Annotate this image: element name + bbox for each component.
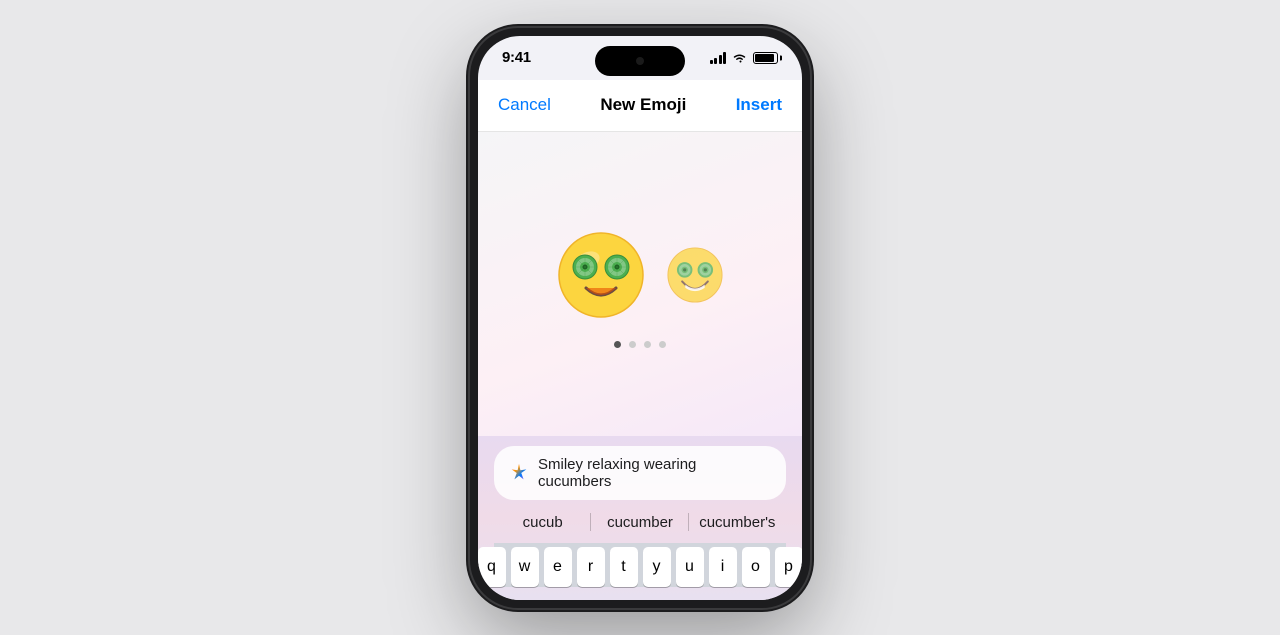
insert-button[interactable]: Insert xyxy=(736,95,782,115)
text-input-row[interactable]: Smiley relaxing wearing cucumbers xyxy=(494,446,786,500)
status-time: 9:41 xyxy=(502,49,531,66)
main-content: Cancel New Emoji Insert xyxy=(478,80,802,600)
dot-1 xyxy=(614,341,621,348)
wifi-icon xyxy=(732,52,747,64)
key-u[interactable]: u xyxy=(676,547,704,587)
phone-frame: 9:41 xyxy=(470,28,810,608)
autocomplete-item-cucumbers[interactable]: cucumber's xyxy=(689,508,786,537)
key-r[interactable]: r xyxy=(577,547,605,587)
main-emoji[interactable] xyxy=(556,230,646,325)
secondary-emoji xyxy=(666,246,724,309)
cancel-button[interactable]: Cancel xyxy=(498,95,551,115)
battery-icon xyxy=(753,52,778,64)
keyboard-row-qwerty: q w e r t y u i o p xyxy=(498,547,782,587)
key-p[interactable]: p xyxy=(775,547,803,587)
key-w[interactable]: w xyxy=(511,547,539,587)
emoji-display-area xyxy=(478,132,802,436)
key-y[interactable]: y xyxy=(643,547,671,587)
status-bar: 9:41 xyxy=(478,36,802,80)
dot-2 xyxy=(629,341,636,348)
ai-sparkle-icon xyxy=(508,462,530,484)
emoji-carousel xyxy=(478,230,802,325)
dot-4 xyxy=(659,341,666,348)
key-e[interactable]: e xyxy=(544,547,572,587)
nav-bar: Cancel New Emoji Insert xyxy=(478,80,802,132)
signal-icon xyxy=(710,52,727,64)
input-area: Smiley relaxing wearing cucumbers cucub … xyxy=(478,436,802,600)
key-i[interactable]: i xyxy=(709,547,737,587)
key-q[interactable]: q xyxy=(478,547,506,587)
phone-screen: 9:41 xyxy=(478,36,802,600)
autocomplete-item-cucub[interactable]: cucub xyxy=(494,508,591,537)
dynamic-island xyxy=(595,36,685,76)
key-t[interactable]: t xyxy=(610,547,638,587)
key-o[interactable]: o xyxy=(742,547,770,587)
nav-title: New Emoji xyxy=(600,95,686,115)
page-dots xyxy=(614,341,666,348)
status-icons xyxy=(710,52,779,64)
dot-3 xyxy=(644,341,651,348)
autocomplete-bar: cucub cucumber cucumber's xyxy=(494,508,786,537)
keyboard: q w e r t y u i o p xyxy=(494,543,786,587)
input-text: Smiley relaxing wearing cucumbers xyxy=(538,456,772,490)
autocomplete-item-cucumber[interactable]: cucumber xyxy=(591,508,688,537)
